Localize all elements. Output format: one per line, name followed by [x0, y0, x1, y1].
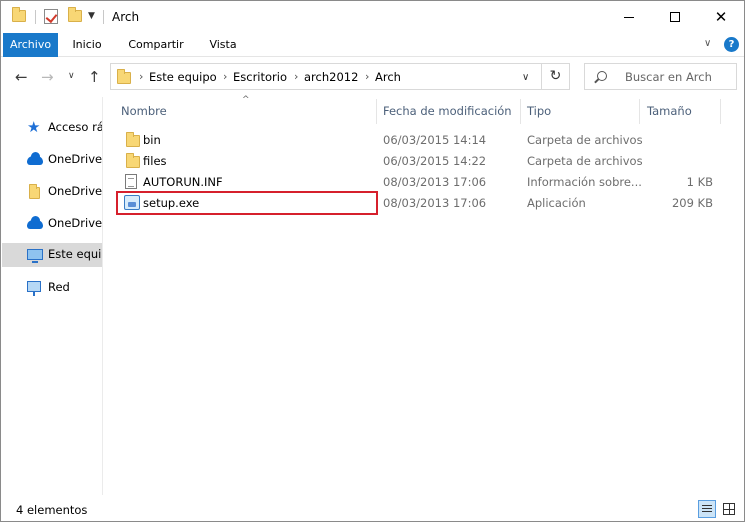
- file-modified: 06/03/2015 14:22: [383, 154, 487, 168]
- address-history-chevron-icon[interactable]: ∨: [522, 72, 529, 83]
- nav-item-onedrive-folder[interactable]: OneDrive: [2, 180, 102, 204]
- file-modified: 08/03/2013 17:06: [383, 196, 487, 210]
- file-name: bin: [143, 133, 161, 147]
- navigation-pane: ★ Acceso ráp OneDrive OneDrive OneDrive …: [1, 97, 103, 495]
- title-separator: [103, 10, 104, 24]
- column-header-type[interactable]: Tipo: [527, 97, 551, 125]
- breadcrumb-separator-icon[interactable]: ›: [365, 70, 369, 83]
- nav-item-onedrive-2[interactable]: OneDrive: [2, 212, 102, 236]
- highlight-box: [116, 191, 378, 215]
- explorer-window: ▼ Arch ✕ Archivo Inicio Compartir Vista …: [0, 0, 745, 522]
- file-list: ^ Nombre Fecha de modificación Tipo Tama…: [104, 95, 744, 495]
- nav-item-label: Acceso ráp: [48, 120, 102, 134]
- file-type: Información sobre...: [527, 175, 642, 189]
- properties-check-icon[interactable]: [44, 9, 58, 24]
- file-name: files: [143, 154, 167, 168]
- recent-locations-chevron-icon[interactable]: ∨: [68, 71, 75, 81]
- forward-arrow-icon[interactable]: →: [41, 68, 54, 86]
- large-icons-view-icon[interactable]: [720, 500, 738, 518]
- maximize-icon: [670, 12, 680, 22]
- navigation-bar: ← → ∨ ↑ › Este equipo › Escritorio › arc…: [1, 58, 744, 96]
- inf-file-icon: [125, 174, 137, 189]
- tab-inicio[interactable]: Inicio: [63, 33, 111, 57]
- nav-item-label: OneDrive: [48, 152, 102, 166]
- customize-quick-access-chevron-icon[interactable]: ▼: [88, 11, 95, 21]
- breadcrumb-separator-icon[interactable]: ›: [223, 70, 227, 83]
- nav-item-quick-access[interactable]: ★ Acceso ráp: [2, 116, 102, 140]
- file-modified: 08/03/2013 17:06: [383, 175, 487, 189]
- file-row-files[interactable]: files 06/03/2015 14:22 Carpeta de archiv…: [116, 151, 721, 172]
- location-folder-icon: [117, 69, 131, 84]
- cloud-icon: [27, 152, 43, 165]
- breadcrumb-escritorio[interactable]: Escritorio: [233, 70, 287, 84]
- item-count: 4 elementos: [16, 503, 88, 517]
- cloud-icon: [27, 216, 43, 229]
- back-arrow-icon[interactable]: ←: [15, 68, 28, 86]
- tab-compartir[interactable]: Compartir: [120, 33, 192, 57]
- details-view-icon[interactable]: [698, 500, 716, 518]
- monitor-icon: [27, 249, 43, 263]
- nav-item-este-equipo[interactable]: Este equip: [2, 243, 102, 267]
- column-resize-handle[interactable]: [720, 99, 721, 124]
- close-icon: ✕: [714, 7, 728, 26]
- column-resize-handle[interactable]: [639, 99, 640, 124]
- refresh-icon: ↻: [549, 68, 562, 84]
- address-bar[interactable]: › Este equipo › Escritorio › arch2012 › …: [110, 63, 542, 90]
- nav-item-label: Este equip: [48, 247, 102, 261]
- nav-item-label: OneDrive: [48, 216, 102, 230]
- breadcrumb-arch2012[interactable]: arch2012: [304, 70, 358, 84]
- column-header-name[interactable]: Nombre: [121, 97, 167, 125]
- ribbon-tabs: Archivo Inicio Compartir Vista ∨ ?: [1, 33, 744, 57]
- column-resize-handle[interactable]: [376, 99, 377, 124]
- column-header-size[interactable]: Tamaño: [647, 97, 692, 125]
- refresh-button[interactable]: ↻: [542, 63, 570, 90]
- folder-icon: [126, 153, 140, 168]
- breadcrumb-este-equipo[interactable]: Este equipo: [149, 70, 217, 84]
- file-row-autorun[interactable]: AUTORUN.INF 08/03/2013 17:06 Información…: [116, 172, 721, 193]
- nav-item-red[interactable]: Red: [2, 276, 102, 300]
- file-name: AUTORUN.INF: [143, 175, 223, 189]
- tab-vista[interactable]: Vista: [200, 33, 246, 57]
- expand-ribbon-chevron-icon[interactable]: ∨: [704, 38, 711, 49]
- folder-icon: [126, 132, 140, 147]
- network-icon: [27, 281, 41, 296]
- file-type: Aplicación: [527, 196, 586, 210]
- file-type: Carpeta de archivos: [527, 133, 643, 147]
- title-bar: ▼ Arch ✕: [1, 1, 744, 33]
- breadcrumb-separator-icon[interactable]: ›: [294, 70, 298, 83]
- search-input[interactable]: Buscar en Arch: [584, 63, 737, 90]
- close-button[interactable]: ✕: [698, 1, 744, 33]
- window-title: Arch: [112, 10, 140, 24]
- help-icon[interactable]: ?: [724, 37, 739, 52]
- file-modified: 06/03/2015 14:14: [383, 133, 487, 147]
- minimize-button[interactable]: [606, 1, 652, 33]
- nav-item-label: Red: [48, 280, 70, 294]
- nav-item-label: OneDrive: [48, 184, 102, 198]
- star-icon: ★: [27, 118, 41, 136]
- tab-archivo[interactable]: Archivo: [3, 33, 58, 57]
- breadcrumb-separator-icon[interactable]: ›: [139, 70, 143, 83]
- breadcrumb-arch[interactable]: Arch: [375, 70, 401, 84]
- up-arrow-icon[interactable]: ↑: [88, 68, 101, 86]
- file-type: Carpeta de archivos: [527, 154, 643, 168]
- quick-access-separator: [35, 10, 36, 24]
- file-size: 209 KB: [671, 196, 713, 210]
- column-header-modified[interactable]: Fecha de modificación: [383, 97, 512, 125]
- minimize-icon: [624, 16, 634, 18]
- column-resize-handle[interactable]: [520, 99, 521, 124]
- search-placeholder: Buscar en Arch: [625, 70, 712, 84]
- sort-ascending-icon: ^: [242, 95, 250, 105]
- maximize-button[interactable]: [652, 1, 698, 33]
- nav-item-onedrive[interactable]: OneDrive: [2, 148, 102, 172]
- file-row-bin[interactable]: bin 06/03/2015 14:14 Carpeta de archivos: [116, 130, 721, 151]
- file-size: 1 KB: [686, 175, 713, 189]
- status-bar: 4 elementos: [1, 497, 744, 521]
- search-icon: [597, 71, 607, 81]
